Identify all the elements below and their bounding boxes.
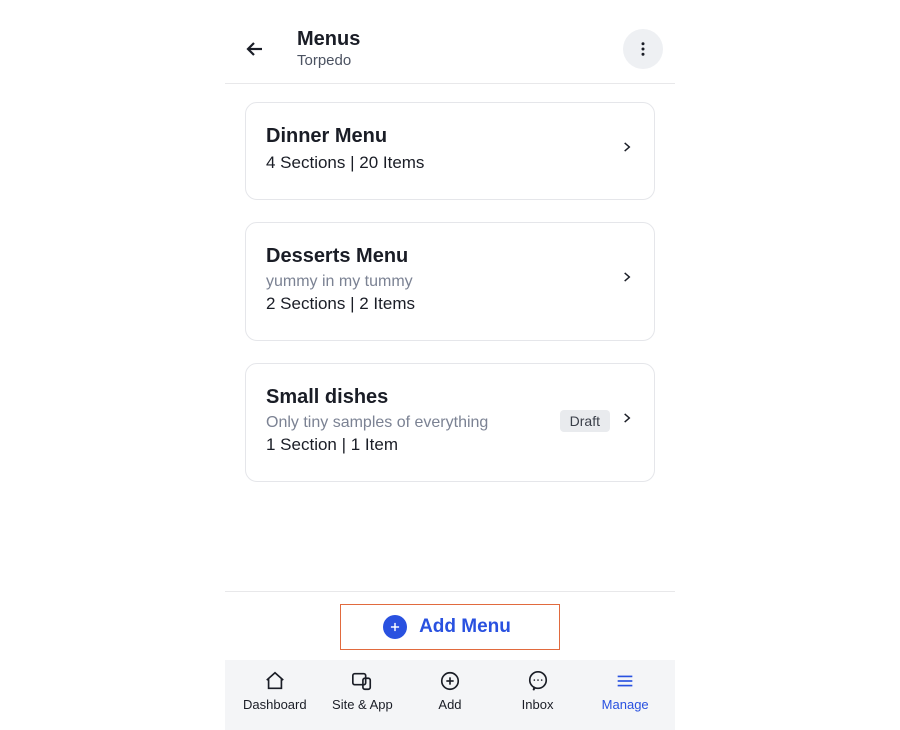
menu-card-title: Desserts Menu <box>266 245 620 268</box>
menu-card-dinner[interactable]: Dinner Menu 4 Sections | 20 Items <box>245 102 655 200</box>
nav-label: Manage <box>602 697 649 712</box>
menu-card-title: Dinner Menu <box>266 125 620 148</box>
chat-icon <box>525 670 551 692</box>
menu-list: Dinner Menu 4 Sections | 20 Items Desser… <box>225 84 675 591</box>
menu-card-meta: 1 Section | 1 Item <box>266 435 560 455</box>
chevron-right-icon <box>620 411 634 430</box>
home-icon <box>262 670 288 692</box>
nav-label: Site & App <box>332 697 393 712</box>
devices-icon <box>349 670 375 692</box>
menu-card-small-dishes[interactable]: Small dishes Only tiny samples of everyt… <box>245 363 655 482</box>
menu-card-desserts[interactable]: Desserts Menu yummy in my tummy 2 Sectio… <box>245 222 655 341</box>
status-badge: Draft <box>560 410 610 432</box>
nav-dashboard[interactable]: Dashboard <box>231 670 319 712</box>
bottom-nav: Dashboard Site & App Add Inbox <box>225 660 675 730</box>
add-menu-label: Add Menu <box>419 616 511 638</box>
plus-outline-icon <box>437 670 463 692</box>
header: Menus Torpedo <box>225 0 675 84</box>
arrow-left-icon <box>243 37 267 61</box>
back-button[interactable] <box>237 31 273 67</box>
menu-card-description: yummy in my tummy <box>266 273 620 291</box>
menu-card-meta: 2 Sections | 2 Items <box>266 294 620 314</box>
nav-site-app[interactable]: Site & App <box>319 670 407 712</box>
page-title: Menus <box>297 28 623 51</box>
plus-circle-icon <box>383 615 407 639</box>
nav-label: Dashboard <box>243 697 307 712</box>
menu-card-title: Small dishes <box>266 386 560 409</box>
chevron-right-icon <box>620 140 634 159</box>
nav-label: Add <box>438 697 461 712</box>
add-menu-button[interactable]: Add Menu <box>340 604 560 650</box>
chevron-right-icon <box>620 270 634 289</box>
page-subtitle: Torpedo <box>297 52 623 69</box>
more-options-button[interactable] <box>623 29 663 69</box>
menu-icon <box>612 670 638 692</box>
nav-inbox[interactable]: Inbox <box>494 670 582 712</box>
nav-add[interactable]: Add <box>406 670 494 712</box>
nav-manage[interactable]: Manage <box>581 670 669 712</box>
menu-card-description: Only tiny samples of everything <box>266 414 560 432</box>
menu-card-meta: 4 Sections | 20 Items <box>266 153 620 173</box>
header-titles: Menus Torpedo <box>297 28 623 69</box>
more-vertical-icon <box>634 40 652 58</box>
nav-label: Inbox <box>522 697 554 712</box>
